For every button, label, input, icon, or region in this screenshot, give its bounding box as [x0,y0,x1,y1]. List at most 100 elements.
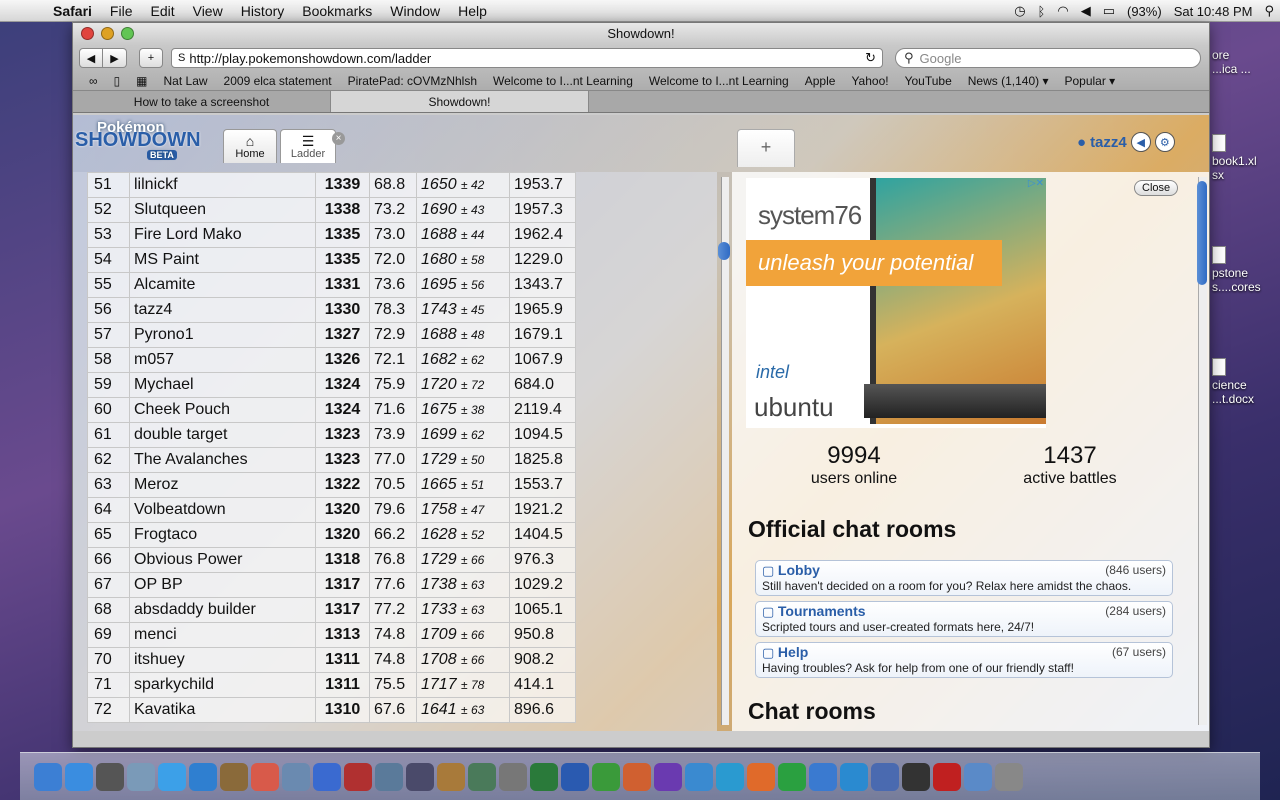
dock-pdf-app-icon[interactable] [933,762,961,791]
sound-icon[interactable]: ◀ [1130,132,1151,152]
close-window-icon[interactable] [81,27,94,40]
desktop-file-4[interactable]: cience ...t.docx [1212,358,1280,406]
dock-safari-icon[interactable] [189,762,217,791]
dock-contacts-icon[interactable] [809,762,837,791]
minimize-window-icon[interactable] [101,27,114,40]
ladder-username[interactable]: menci [129,622,316,648]
dock-network-icon[interactable] [716,762,744,791]
time-machine-icon[interactable]: ◷ [1008,3,1031,19]
ad-choices-icon[interactable]: ▷✕ [1028,178,1044,189]
dock-finder-icon[interactable] [34,762,62,791]
dock-p-app-icon[interactable] [747,762,775,791]
dock-photo-booth-icon[interactable] [344,762,372,791]
back-button[interactable]: ◀ [79,48,103,68]
dock-messenger-icon[interactable] [685,762,713,791]
reading-list-icon[interactable]: ∞ [81,74,106,88]
battery-icon[interactable]: ▭ [1097,3,1121,19]
bookmark-item[interactable]: Popular ▾ [1056,74,1123,88]
menu-view[interactable]: View [184,3,232,19]
tab-home[interactable]: ⌂ Home [223,129,277,163]
ladder-username[interactable]: absdaddy builder [129,597,316,623]
dock-dashboard-icon[interactable] [96,762,124,791]
dock-terminal-icon[interactable] [902,762,930,791]
dock-preview-icon[interactable] [282,762,310,791]
menu-edit[interactable]: Edit [141,3,183,19]
ladder-scrollbar[interactable] [718,177,730,725]
reload-icon[interactable]: ↻ [865,50,876,66]
ladder-username[interactable]: Cheek Pouch [129,397,316,423]
dock-xcode-icon[interactable] [871,762,899,791]
tab-showdown[interactable]: Showdown! [331,91,589,112]
desktop-file-2[interactable]: book1.xl sx [1212,134,1280,182]
new-tab-button[interactable]: + [737,129,795,167]
close-tab-icon[interactable]: × [332,132,345,145]
ladder-username[interactable]: lilnickf [129,172,316,198]
dock-entourage-icon[interactable] [654,762,682,791]
menu-history[interactable]: History [232,3,294,19]
dock-mail-icon[interactable] [127,762,155,791]
close-button[interactable]: Close [1134,180,1179,196]
ladder-username[interactable]: Slutqueen [129,197,316,223]
dock-garageband-icon[interactable] [437,762,465,791]
rooms-scrollbar[interactable] [1197,177,1207,725]
wifi-icon[interactable]: ◠ [1051,3,1074,19]
zoom-window-icon[interactable] [121,27,134,40]
ladder-username[interactable]: double target [129,422,316,448]
tab-ladder[interactable]: ☰ Ladder × [280,129,345,163]
advertisement[interactable]: system76 unleash your potential intel ub… [746,178,1046,428]
dock-time-machine-icon[interactable] [468,762,496,791]
dock-iphoto-icon[interactable] [375,762,403,791]
showdown-logo[interactable]: Pokémon SHOWDOWN BETA [75,120,201,162]
dock-facetime-icon[interactable] [158,762,186,791]
ladder-username[interactable]: OP BP [129,572,316,598]
dock-activity-icon[interactable] [530,762,558,791]
desktop-file-3[interactable]: pstone s....cores [1212,246,1280,294]
ladder-username[interactable]: tazz4 [129,297,316,323]
tab-screenshot[interactable]: How to take a screenshot [73,91,331,112]
search-field[interactable]: ⚲ Google [895,48,1201,68]
ladder-username[interactable]: Fire Lord Mako [129,222,316,248]
bookmark-item[interactable]: Nat Law [156,74,216,88]
ladder-username[interactable]: Mychael [129,372,316,398]
ladder-username[interactable]: Volbeatdown [129,497,316,523]
bookmark-item[interactable]: 2009 elca statement [216,74,340,88]
room-tournaments[interactable]: ▢ Tournaments (284 users) Scripted tours… [755,601,1173,637]
dock-folders-icon[interactable] [964,762,992,791]
address-bar[interactable]: S http://play.pokemonshowdown.com/ladder… [171,48,883,68]
bookmark-item[interactable]: PiratePad: cOVMzNhlsh [340,74,485,88]
title-bar[interactable]: Showdown! [73,23,1209,45]
ladder-username[interactable]: Obvious Power [129,547,316,573]
menu-window[interactable]: Window [381,3,449,19]
dock-excel-icon[interactable] [592,762,620,791]
username[interactable]: tazz4 [1090,134,1127,151]
ladder-username[interactable]: Meroz [129,472,316,498]
spotlight-icon[interactable]: ⚲ [1258,3,1280,19]
dock-x-app-icon[interactable] [778,762,806,791]
bookmark-item[interactable]: Welcome to I...nt Learning [641,74,797,88]
ladder-username[interactable]: Pyrono1 [129,322,316,348]
forward-button[interactable]: ▶ [103,48,127,68]
clock[interactable]: Sat 10:48 PM [1168,4,1259,19]
dock-app-store-icon[interactable] [65,762,93,791]
bookmark-item[interactable]: News (1,140) ▾ [960,74,1057,88]
gear-icon[interactable]: ⚙ [1154,132,1175,152]
dock-address-book-icon[interactable] [220,762,248,791]
dock-imovie-icon[interactable] [406,762,434,791]
ladder-username[interactable]: sparkychild [129,672,316,698]
top-sites-icon[interactable]: ▦ [128,74,155,88]
menu-bookmarks[interactable]: Bookmarks [293,3,381,19]
dock-itunes-icon[interactable] [313,762,341,791]
bookmark-item[interactable]: Yahoo! [843,74,896,88]
ladder-username[interactable]: MS Paint [129,247,316,273]
bluetooth-icon[interactable]: ᛒ [1032,4,1052,19]
add-bookmark-button[interactable]: + [139,48,163,68]
menu-app[interactable]: Safari [44,3,101,19]
scrollbar-thumb[interactable] [1197,181,1207,285]
volume-icon[interactable]: ◀ [1075,3,1097,19]
menu-file[interactable]: File [101,3,142,19]
ladder-username[interactable]: Kavatika [129,697,316,723]
menu-help[interactable]: Help [449,3,496,19]
scrollbar-thumb[interactable] [718,242,730,260]
ladder-username[interactable]: Alcamite [129,272,316,298]
ladder-username[interactable]: m057 [129,347,316,373]
